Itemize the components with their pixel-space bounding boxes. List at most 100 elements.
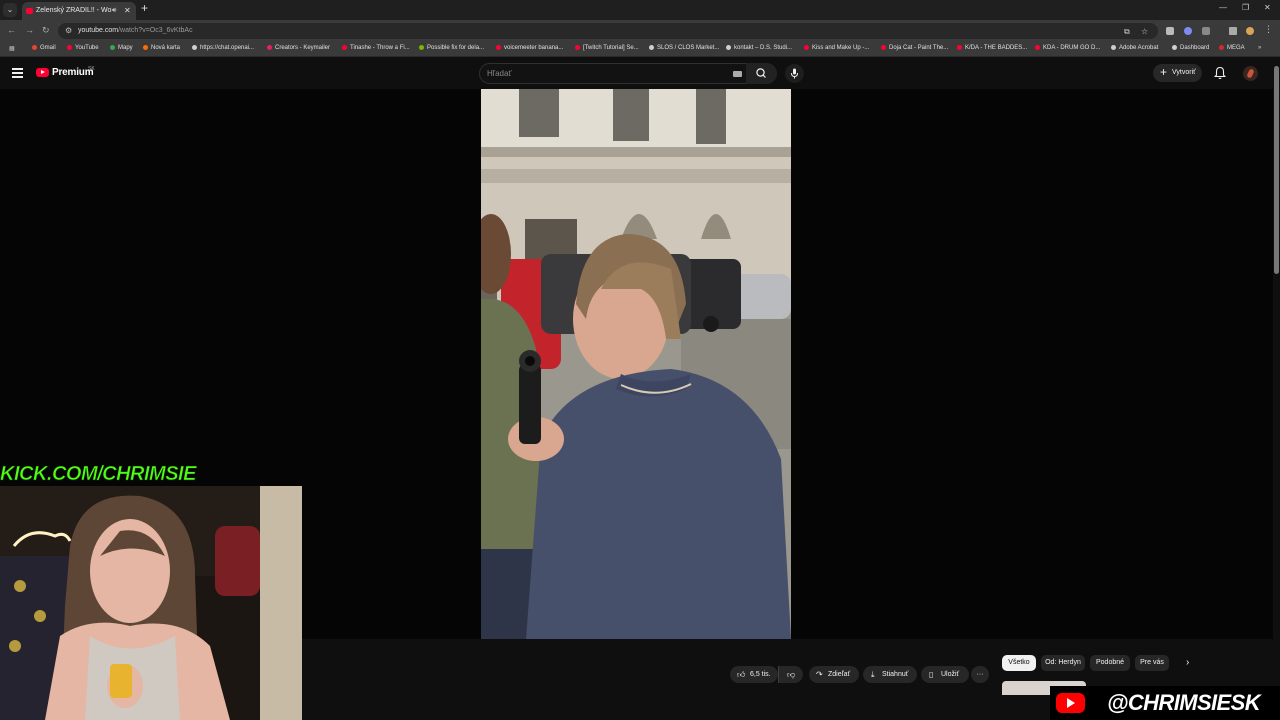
download-icon: ⤓ bbox=[871, 670, 875, 679]
bookmark-item[interactable]: Kiss and Make Up -... bbox=[804, 45, 869, 51]
more-menu-icon[interactable]: ⋮ bbox=[1264, 24, 1273, 35]
bookmark-icon bbox=[192, 45, 197, 50]
bookmark-label: Tinashe - Throw a Fi... bbox=[350, 45, 410, 51]
share-button[interactable]: ↷ Zdieľať bbox=[809, 666, 859, 683]
bookmark-label: Doja Cat - Paint The... bbox=[889, 45, 949, 51]
bookmark-item[interactable]: Gmail bbox=[32, 45, 56, 51]
more-bookmarks-icon[interactable]: » bbox=[1258, 45, 1261, 51]
chip-from-channel[interactable]: Od: Herdyn bbox=[1041, 655, 1085, 671]
bookmark-item[interactable]: Dashboard bbox=[1172, 45, 1209, 51]
bookmark-item[interactable]: kontakt – D.S. Studi... bbox=[726, 45, 792, 51]
more-actions-button[interactable]: ··· bbox=[971, 666, 989, 683]
close-window-icon[interactable]: ✕ bbox=[1264, 3, 1271, 12]
bookmark-icon bbox=[419, 45, 424, 50]
apps-grid-icon[interactable]: ▦ bbox=[9, 45, 15, 52]
browser-tab-strip: ⌄ Zelenský ZRADIL!! - WoLe 🔊︎ ✕ + — ❐ ✕ bbox=[0, 0, 1280, 20]
browser-tab-active[interactable]: Zelenský ZRADIL!! - WoLe 🔊︎ ✕ bbox=[22, 2, 136, 20]
scrollbar-thumb[interactable] bbox=[1274, 66, 1279, 274]
bookmark-icon bbox=[881, 45, 886, 50]
reload-icon[interactable]: ↻ bbox=[42, 25, 50, 36]
voice-search-button[interactable] bbox=[785, 64, 804, 83]
bookmark-label: Mapy bbox=[118, 45, 133, 51]
search-icon bbox=[756, 68, 766, 78]
bookmark-item[interactable]: YouTube bbox=[67, 45, 99, 51]
account-avatar[interactable] bbox=[1243, 66, 1258, 81]
thumbs-up-icon: 👍︎ bbox=[737, 670, 746, 679]
youtube-handle: @CHRIMSIESK bbox=[1107, 690, 1261, 715]
profile-avatar-icon[interactable] bbox=[1246, 27, 1254, 35]
create-button[interactable]: + Vytvoriť bbox=[1153, 64, 1202, 82]
bookmark-item[interactable]: KDA - DRUM GO D... bbox=[1035, 45, 1100, 51]
bookmark-star-icon[interactable]: ☆ bbox=[1141, 27, 1148, 36]
create-label: Vytvoriť bbox=[1172, 69, 1196, 76]
bookmark-item[interactable]: https://chat.openai... bbox=[192, 45, 254, 51]
like-button[interactable]: 👍︎ 6,5 tis. bbox=[730, 666, 778, 683]
dislike-button[interactable]: 👎︎ bbox=[778, 666, 803, 683]
bookmark-label: YouTube bbox=[75, 45, 99, 51]
notifications-bell-icon[interactable] bbox=[1213, 66, 1227, 85]
bookmark-item[interactable]: MEGA bbox=[1219, 45, 1245, 51]
youtube-header: Premium SK Hľadať + Vytvoriť bbox=[0, 58, 1280, 89]
download-label: Stiahnuť bbox=[882, 671, 909, 678]
bookmark-icon bbox=[67, 45, 72, 50]
bookmark-label: SLOS / CLOS Market... bbox=[657, 45, 720, 51]
chip-all[interactable]: Všetko bbox=[1002, 655, 1036, 671]
bookmark-icon bbox=[1111, 45, 1116, 50]
webcam-overlay bbox=[0, 486, 302, 720]
bookmark-label: Gmail bbox=[40, 45, 56, 51]
bookmark-label: voicemeeter banana... bbox=[504, 45, 564, 51]
youtube-channel-overlay: @CHRIMSIESK bbox=[1050, 686, 1280, 720]
share-label: Zdieľať bbox=[828, 671, 851, 678]
install-app-icon[interactable]: ⧉ bbox=[1124, 27, 1130, 37]
play-triangle-icon bbox=[41, 70, 45, 74]
save-button[interactable]: ▯ Uložiť bbox=[921, 666, 969, 683]
keyboard-icon[interactable] bbox=[733, 71, 742, 77]
bookmark-label: Possible fix for dela... bbox=[427, 45, 485, 51]
hamburger-menu-icon[interactable] bbox=[12, 68, 23, 78]
browser-toolbar: ← → ↻ ⚙ youtube.com/watch?v=Oc3_6vKtbAc … bbox=[0, 20, 1280, 42]
bookmark-label: MEGA bbox=[1227, 45, 1245, 51]
bookmark-item[interactable]: Creators - Keymailer bbox=[267, 45, 330, 51]
bookmark-icon bbox=[575, 45, 580, 50]
tab-search-button[interactable]: ⌄ bbox=[3, 3, 17, 17]
extension-shield-icon[interactable] bbox=[1166, 27, 1174, 35]
back-icon[interactable]: ← bbox=[7, 25, 16, 35]
site-info-icon[interactable]: ⚙ bbox=[65, 26, 72, 35]
chip-related[interactable]: Podobné bbox=[1090, 655, 1130, 671]
search-input[interactable]: Hľadať bbox=[479, 63, 777, 84]
bookmark-item[interactable]: Nová karta bbox=[143, 45, 180, 51]
bookmark-label: kontakt – D.S. Studi... bbox=[734, 45, 793, 51]
extensions-puzzle-icon[interactable] bbox=[1202, 27, 1210, 35]
bookmark-item[interactable]: Mapy bbox=[110, 45, 133, 51]
bookmark-item[interactable]: Possible fix for dela... bbox=[419, 45, 484, 51]
bookmark-label: https://chat.openai... bbox=[200, 45, 255, 51]
video-content-image bbox=[481, 89, 791, 639]
bookmark-item[interactable]: Adobe Acrobat bbox=[1111, 45, 1158, 51]
chevron-right-icon[interactable]: › bbox=[1186, 657, 1189, 668]
bookmark-item[interactable]: K/DA - THE BADDES... bbox=[957, 45, 1027, 51]
download-button[interactable]: ⤓ Stiahnuť bbox=[863, 666, 917, 683]
bookmark-icon bbox=[496, 45, 501, 50]
bookmark-item[interactable]: SLOS / CLOS Market... bbox=[649, 45, 719, 51]
bookmark-item[interactable]: voicemeeter banana... bbox=[496, 45, 563, 51]
bookmark-item[interactable]: Doja Cat - Paint The... bbox=[881, 45, 948, 51]
speaker-icon[interactable]: 🔊︎ bbox=[112, 2, 116, 20]
bookmark-item[interactable]: Tinashe - Throw a Fi... bbox=[342, 45, 410, 51]
video-frame[interactable] bbox=[481, 89, 791, 639]
address-bar[interactable]: ⚙ youtube.com/watch?v=Oc3_6vKtbAc ⧉ ☆ bbox=[58, 23, 1158, 39]
thumbs-down-icon: 👎︎ bbox=[786, 670, 796, 679]
forward-icon[interactable]: → bbox=[25, 25, 34, 35]
chip-for-you[interactable]: Pre vás bbox=[1135, 655, 1169, 671]
microphone-icon bbox=[791, 68, 798, 79]
maximize-icon[interactable]: ❐ bbox=[1242, 3, 1249, 12]
bookmark-label: Adobe Acrobat bbox=[1119, 45, 1159, 51]
close-tab-icon[interactable]: ✕ bbox=[124, 2, 131, 20]
minimize-icon[interactable]: — bbox=[1219, 3, 1227, 12]
new-tab-button[interactable]: + bbox=[141, 1, 148, 15]
media-controls-icon[interactable] bbox=[1229, 27, 1237, 35]
bookmark-label: Nová karta bbox=[151, 45, 181, 51]
search-button[interactable] bbox=[746, 63, 777, 84]
bookmark-item[interactable]: [Twitch Tutorial] Se... bbox=[575, 45, 639, 51]
bookmark-icon bbox=[957, 45, 962, 50]
extension-icon[interactable] bbox=[1184, 27, 1192, 35]
